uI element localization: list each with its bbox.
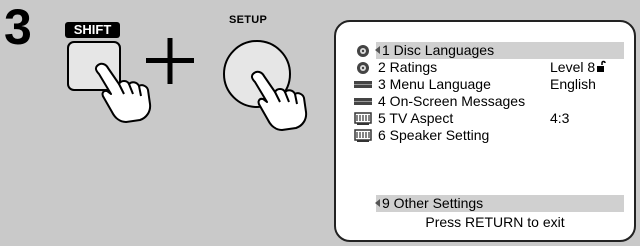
menu-item-value: 4:3	[550, 110, 570, 126]
menu-item-value: English	[550, 76, 596, 92]
player-icon	[354, 94, 372, 109]
menu-item-label: 9 Other Settings	[382, 195, 484, 211]
setup-button-label: SETUP	[229, 14, 268, 26]
disc-icon	[354, 43, 372, 58]
menu-item-menu-language[interactable]: 3 Menu Language English	[336, 76, 634, 93]
player-icon	[354, 77, 372, 92]
padlock-open-icon	[597, 60, 606, 72]
exit-hint: Press RETURN to exit	[425, 214, 565, 230]
menu-item-label: 6 Speaker Setting	[378, 127, 490, 143]
shift-button-label: SHIFT	[65, 22, 120, 38]
menu-item-label: 4 On-Screen Messages	[378, 93, 526, 109]
menu-item-label: 5 TV Aspect	[378, 110, 454, 126]
pressing-hand-icon	[94, 62, 152, 123]
tv-icon	[354, 128, 372, 143]
tv-icon	[354, 111, 372, 126]
menu-item-tv-aspect[interactable]: 5 TV Aspect 4:3	[336, 110, 634, 127]
setup-menu: 1 Disc Languages 2 Ratings Level 8 3 Men…	[336, 42, 634, 144]
menu-item-label: 2 Ratings	[378, 59, 438, 75]
menu-item-disc-languages[interactable]: 1 Disc Languages	[336, 42, 634, 59]
menu-item-value: Level 8	[550, 59, 596, 75]
tv-screen: 1 Disc Languages 2 Ratings Level 8 3 Men…	[334, 20, 636, 242]
menu-item-label: 3 Menu Language	[378, 76, 491, 92]
disc-icon	[354, 60, 372, 75]
menu-item-label: 1 Disc Languages	[382, 42, 495, 58]
menu-item-other-settings[interactable]: 9 Other Settings	[336, 195, 634, 212]
instruction-illustration	[67, 38, 308, 131]
menu-item-on-screen-messages[interactable]: 4 On-Screen Messages	[336, 93, 634, 110]
menu-item-speaker-setting[interactable]: 6 Speaker Setting	[336, 127, 634, 144]
menu-item-ratings[interactable]: 2 Ratings Level 8	[336, 59, 634, 76]
selection-arrow-icon	[375, 199, 380, 207]
selection-arrow-icon	[375, 46, 380, 54]
